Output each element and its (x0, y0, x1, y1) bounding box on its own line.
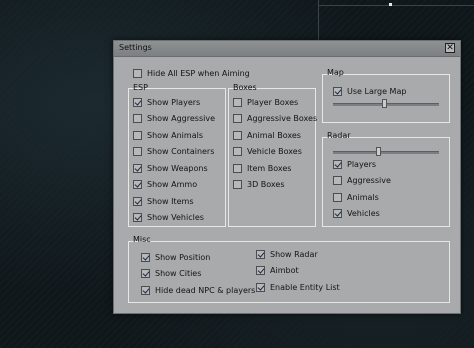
checkbox-box (133, 130, 142, 140)
checkbox-box (333, 86, 342, 96)
show-containers-label: Show Containers (147, 147, 215, 156)
checkbox-box (256, 266, 265, 275)
checkbox-box (133, 97, 142, 107)
show-items-label: Show Items (147, 196, 194, 206)
aggressive-boxes-checkbox[interactable]: Aggressive Boxes (233, 113, 317, 125)
misc-panel-title: Misc (133, 235, 151, 244)
show-players-checkbox[interactable]: Show Players (133, 96, 200, 108)
checkbox-box (233, 147, 242, 156)
players-label: Players (347, 159, 377, 169)
show-aggressive-label: Show Aggressive (147, 114, 216, 123)
animals-label: Animals (347, 192, 379, 202)
radar-zoom-slider-thumb[interactable] (375, 147, 381, 156)
checkbox-box (233, 97, 242, 107)
player-boxes-label: Player Boxes (247, 97, 299, 107)
hide-dead-npc-players-label: Hide dead NPC & players (155, 285, 256, 295)
show-containers-checkbox[interactable]: Show Containers (133, 146, 214, 158)
checkbox-box (133, 213, 142, 222)
vehicles-checkbox[interactable]: Vehicles (333, 208, 380, 220)
map-zoom-slider-thumb[interactable] (381, 99, 387, 108)
esp-panel-title: ESP (133, 83, 148, 92)
close-button[interactable]: ✕ (445, 43, 455, 53)
background-grid-line (318, 5, 474, 6)
map-panel-title: Map (327, 68, 344, 77)
3d-boxes-checkbox[interactable]: 3D Boxes (233, 179, 285, 191)
vehicle-boxes-checkbox[interactable]: Vehicle Boxes (233, 146, 302, 158)
item-boxes-checkbox[interactable]: Item Boxes (233, 162, 291, 174)
item-boxes-label: Item Boxes (247, 163, 292, 173)
aggressive-label: Aggressive (347, 176, 391, 185)
show-position-checkbox[interactable]: Show Position (141, 251, 210, 263)
checkbox-box (133, 114, 142, 123)
show-ammo-label: Show Ammo (147, 180, 198, 189)
show-players-label: Show Players (147, 97, 201, 107)
hide-all-esp-checkbox[interactable]: Hide All ESP when Aiming (133, 67, 250, 79)
checkbox-box (333, 192, 342, 202)
checkbox-box (256, 249, 265, 259)
checkbox-box (141, 269, 150, 278)
show-radar-label: Show Radar (270, 249, 318, 259)
titlebar[interactable]: Settings ✕ (114, 41, 460, 57)
checkbox-box (141, 252, 150, 262)
settings-window: Settings ✕ Hide All ESP when Aiming ESP … (113, 40, 461, 314)
show-ammo-checkbox[interactable]: Show Ammo (133, 179, 197, 191)
vehicle-boxes-label: Vehicle Boxes (247, 147, 302, 156)
aggressive-checkbox[interactable]: Aggressive (333, 175, 391, 187)
show-weapons-label: Show Weapons (147, 163, 208, 173)
window-title: Settings (119, 43, 152, 52)
boxes-panel-title: Boxes (233, 83, 257, 92)
checkbox-box (233, 130, 242, 140)
checkbox-box (233, 163, 242, 173)
show-weapons-checkbox[interactable]: Show Weapons (133, 162, 208, 174)
checkbox-box (333, 176, 342, 185)
show-items-checkbox[interactable]: Show Items (133, 195, 194, 207)
checkbox-box (133, 196, 142, 206)
player-boxes-checkbox[interactable]: Player Boxes (233, 96, 298, 108)
animal-boxes-label: Animal Boxes (247, 130, 301, 140)
hide-dead-npc-players-checkbox[interactable]: Hide dead NPC & players (141, 284, 255, 296)
use-large-map-label: Use Large Map (347, 86, 407, 96)
show-radar-checkbox[interactable]: Show Radar (256, 248, 318, 260)
checkbox-box (141, 285, 150, 295)
radar-panel-title: Radar (327, 131, 351, 140)
checkbox-box (333, 209, 342, 218)
show-animals-checkbox[interactable]: Show Animals (133, 129, 203, 141)
radar-zoom-slider[interactable] (333, 151, 439, 154)
enable-entity-list-label: Enable Entity List (270, 282, 340, 292)
aggressive-boxes-label: Aggressive Boxes (247, 114, 318, 123)
checkbox-box (133, 147, 142, 156)
show-cities-checkbox[interactable]: Show Cities (141, 268, 201, 280)
background-grid-line (318, 0, 319, 40)
3d-boxes-label: 3D Boxes (247, 180, 285, 189)
background-marker-dot (389, 3, 392, 6)
boxes-panel (228, 88, 316, 227)
show-animals-label: Show Animals (147, 130, 203, 140)
checkbox-box (333, 159, 342, 169)
show-vehicles-checkbox[interactable]: Show Vehicles (133, 212, 204, 224)
players-checkbox[interactable]: Players (333, 158, 376, 170)
checkbox-box (133, 163, 142, 173)
checkbox-box (256, 282, 265, 292)
checkbox-box (233, 114, 242, 123)
hide-all-esp-label: Hide All ESP when Aiming (147, 68, 250, 78)
checkbox-box (233, 180, 242, 189)
animal-boxes-checkbox[interactable]: Animal Boxes (233, 129, 301, 141)
aimbot-checkbox[interactable]: Aimbot (256, 265, 299, 277)
checkbox-box (133, 68, 142, 78)
show-cities-label: Show Cities (155, 269, 202, 278)
show-vehicles-label: Show Vehicles (147, 213, 204, 222)
checkbox-box (133, 180, 142, 189)
vehicles-label: Vehicles (347, 209, 380, 218)
aimbot-label: Aimbot (270, 266, 299, 275)
use-large-map-checkbox[interactable]: Use Large Map (333, 85, 406, 97)
enable-entity-list-checkbox[interactable]: Enable Entity List (256, 281, 340, 293)
animals-checkbox[interactable]: Animals (333, 191, 379, 203)
show-position-label: Show Position (155, 252, 211, 262)
show-aggressive-checkbox[interactable]: Show Aggressive (133, 113, 215, 125)
